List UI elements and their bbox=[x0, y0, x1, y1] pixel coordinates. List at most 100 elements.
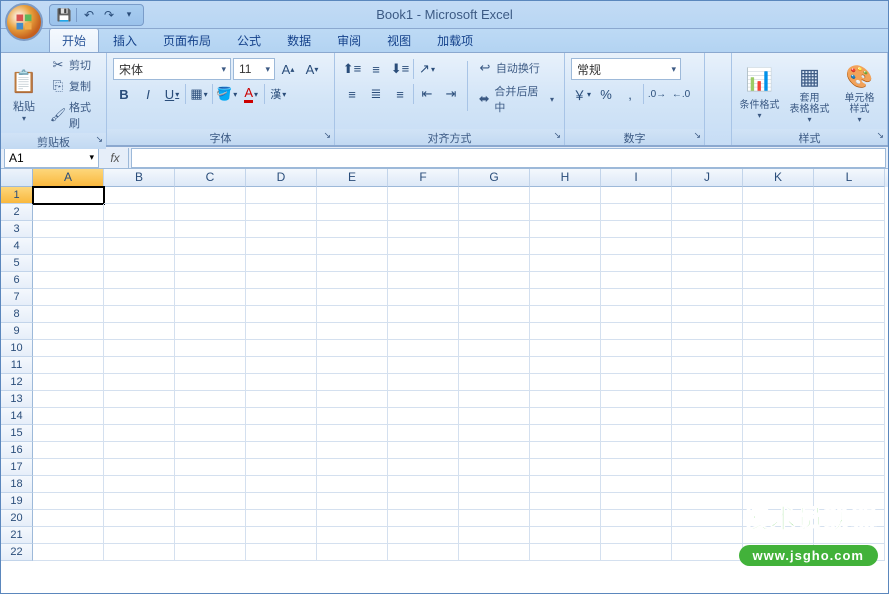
cell[interactable] bbox=[459, 459, 530, 476]
cell[interactable] bbox=[601, 391, 672, 408]
cell[interactable] bbox=[33, 476, 104, 493]
row-header[interactable]: 16 bbox=[1, 442, 33, 459]
cell[interactable] bbox=[814, 238, 885, 255]
cell[interactable] bbox=[672, 187, 743, 204]
cell[interactable] bbox=[104, 357, 175, 374]
cell[interactable] bbox=[317, 476, 388, 493]
row-header[interactable]: 5 bbox=[1, 255, 33, 272]
cell[interactable] bbox=[317, 544, 388, 561]
cell[interactable] bbox=[246, 391, 317, 408]
cell[interactable] bbox=[814, 442, 885, 459]
cell[interactable] bbox=[33, 238, 104, 255]
column-header[interactable]: F bbox=[388, 169, 459, 187]
cell[interactable] bbox=[246, 187, 317, 204]
cell[interactable] bbox=[175, 255, 246, 272]
cell[interactable] bbox=[33, 459, 104, 476]
cell[interactable] bbox=[459, 442, 530, 459]
cell[interactable] bbox=[459, 408, 530, 425]
cell[interactable] bbox=[601, 272, 672, 289]
cell[interactable] bbox=[104, 476, 175, 493]
cell[interactable] bbox=[33, 340, 104, 357]
cell[interactable] bbox=[743, 255, 814, 272]
cell[interactable] bbox=[104, 527, 175, 544]
cell[interactable] bbox=[246, 442, 317, 459]
cell[interactable] bbox=[743, 340, 814, 357]
select-all-corner[interactable] bbox=[1, 169, 33, 187]
accounting-format-button[interactable]: ￥ bbox=[571, 83, 593, 105]
format-as-table-button[interactable]: ▦ 套用 表格格式▾ bbox=[786, 55, 833, 129]
cell[interactable] bbox=[530, 493, 601, 510]
cell[interactable] bbox=[601, 323, 672, 340]
cell[interactable] bbox=[459, 476, 530, 493]
column-header[interactable]: K bbox=[743, 169, 814, 187]
cell[interactable] bbox=[317, 493, 388, 510]
cell[interactable] bbox=[175, 204, 246, 221]
formula-input[interactable] bbox=[131, 148, 886, 168]
cell-styles-button[interactable]: 🎨 单元格 样式▾ bbox=[836, 55, 883, 129]
format-painter-button[interactable]: 🖌格式刷 bbox=[46, 97, 102, 133]
cell[interactable] bbox=[672, 442, 743, 459]
cell[interactable] bbox=[246, 221, 317, 238]
cell[interactable] bbox=[672, 289, 743, 306]
cell[interactable] bbox=[601, 289, 672, 306]
cell[interactable] bbox=[317, 204, 388, 221]
cell[interactable] bbox=[246, 425, 317, 442]
cell[interactable] bbox=[601, 255, 672, 272]
cell[interactable] bbox=[104, 510, 175, 527]
cell[interactable] bbox=[530, 459, 601, 476]
tab-page-layout[interactable]: 页面布局 bbox=[151, 29, 223, 52]
cell[interactable] bbox=[317, 391, 388, 408]
cell[interactable] bbox=[104, 187, 175, 204]
cell[interactable] bbox=[530, 544, 601, 561]
cell[interactable] bbox=[743, 204, 814, 221]
cell[interactable] bbox=[530, 408, 601, 425]
paste-button[interactable]: 📋 粘贴 ▾ bbox=[5, 55, 43, 133]
cell[interactable] bbox=[530, 391, 601, 408]
cell[interactable] bbox=[317, 340, 388, 357]
cell[interactable] bbox=[601, 408, 672, 425]
align-left-button[interactable]: ≡ bbox=[341, 83, 363, 105]
cell[interactable] bbox=[317, 187, 388, 204]
cell[interactable] bbox=[33, 306, 104, 323]
cell[interactable] bbox=[246, 493, 317, 510]
redo-icon[interactable]: ↷ bbox=[101, 7, 117, 23]
cell[interactable] bbox=[530, 221, 601, 238]
cell[interactable] bbox=[459, 391, 530, 408]
row-header[interactable]: 17 bbox=[1, 459, 33, 476]
cell[interactable] bbox=[246, 510, 317, 527]
cell[interactable] bbox=[743, 442, 814, 459]
cell[interactable] bbox=[388, 544, 459, 561]
cell[interactable] bbox=[459, 527, 530, 544]
cell[interactable] bbox=[175, 272, 246, 289]
cell[interactable] bbox=[814, 408, 885, 425]
cell[interactable] bbox=[601, 340, 672, 357]
cell[interactable] bbox=[743, 272, 814, 289]
cell[interactable] bbox=[814, 289, 885, 306]
cell[interactable] bbox=[672, 425, 743, 442]
cell[interactable] bbox=[175, 357, 246, 374]
cell[interactable] bbox=[459, 187, 530, 204]
cell[interactable] bbox=[672, 204, 743, 221]
cell[interactable] bbox=[672, 272, 743, 289]
office-button[interactable] bbox=[5, 3, 43, 41]
cell[interactable] bbox=[459, 510, 530, 527]
cell[interactable] bbox=[246, 255, 317, 272]
cell[interactable] bbox=[33, 391, 104, 408]
save-icon[interactable]: 💾 bbox=[56, 7, 72, 23]
cell[interactable] bbox=[104, 272, 175, 289]
decrease-font-button[interactable]: A▾ bbox=[301, 58, 323, 80]
decrease-decimal-button[interactable]: ←.0 bbox=[670, 83, 692, 105]
cell[interactable] bbox=[743, 289, 814, 306]
cell[interactable] bbox=[459, 340, 530, 357]
cell[interactable] bbox=[33, 289, 104, 306]
cell[interactable] bbox=[814, 476, 885, 493]
cell[interactable] bbox=[246, 408, 317, 425]
cell[interactable] bbox=[672, 510, 743, 527]
cell[interactable] bbox=[743, 187, 814, 204]
cell[interactable] bbox=[175, 510, 246, 527]
cell[interactable] bbox=[104, 221, 175, 238]
cell[interactable] bbox=[814, 374, 885, 391]
cell[interactable] bbox=[672, 357, 743, 374]
cell[interactable] bbox=[601, 476, 672, 493]
cell[interactable] bbox=[104, 493, 175, 510]
